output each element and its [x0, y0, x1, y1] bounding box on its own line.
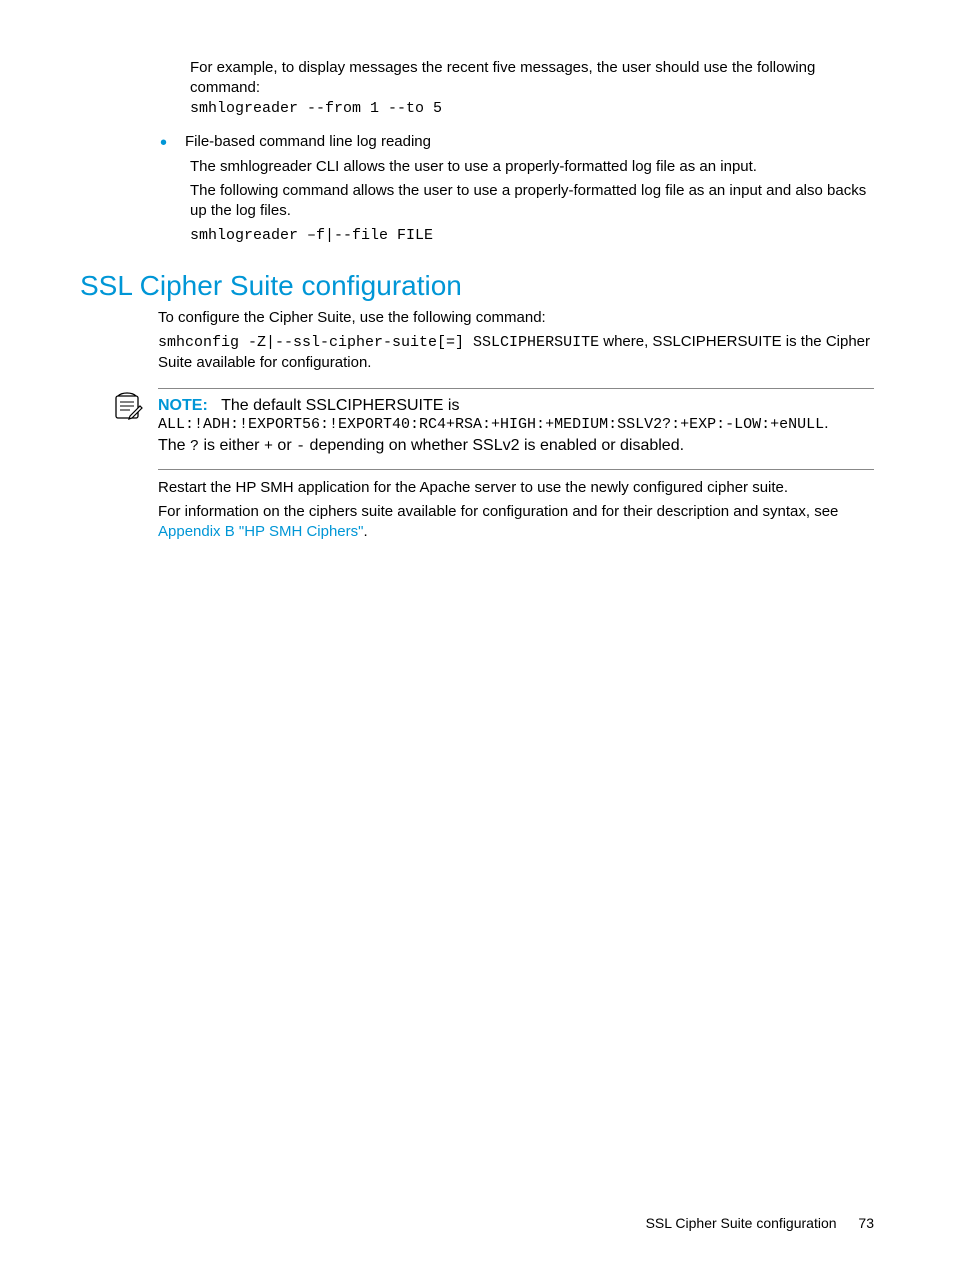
info-pre: For information on the ciphers suite ava… — [158, 503, 838, 520]
bullet-command: smhlogreader –f|--file FILE — [190, 226, 874, 246]
footer-page-number: 73 — [858, 1215, 874, 1231]
section-command: smhconfig -Z|--ssl-cipher-suite[=] SSLCI… — [158, 334, 599, 351]
note-tail-line: The ? is either + or - depending on whet… — [158, 437, 874, 455]
section-intro: To configure the Cipher Suite, use the f… — [158, 308, 874, 328]
divider-top — [158, 388, 874, 389]
info-paragraph: For information on the ciphers suite ava… — [158, 502, 874, 543]
bullet-label: File-based command line log reading — [185, 133, 431, 153]
footer-title: SSL Cipher Suite configuration — [646, 1215, 837, 1231]
bullet-icon: • — [160, 133, 167, 153]
bullet-paragraph-1: The smhlogreader CLI allows the user to … — [190, 157, 874, 177]
note-intro: The default SSLCIPHERSUITE is — [221, 397, 459, 414]
divider-bottom — [158, 469, 874, 470]
example-command: smhlogreader --from 1 --to 5 — [190, 99, 874, 119]
example-intro: For example, to display messages the rec… — [190, 58, 874, 99]
note-value-line: ALL:!ADH:!EXPORT56:!EXPORT40:RC4+RSA:+HI… — [158, 415, 874, 433]
note-label: NOTE: — [158, 397, 208, 414]
restart-paragraph: Restart the HP SMH application for the A… — [158, 478, 874, 498]
page-footer: SSL Cipher Suite configuration 73 — [646, 1215, 874, 1231]
info-post: . — [363, 523, 367, 540]
note-line-1: NOTE: The default SSLCIPHERSUITE is — [158, 397, 874, 415]
note-value: ALL:!ADH:!EXPORT56:!EXPORT40:RC4+RSA:+HI… — [158, 416, 824, 433]
appendix-link[interactable]: Appendix B "HP SMH Ciphers" — [158, 523, 363, 540]
section-heading: SSL Cipher Suite configuration — [80, 270, 874, 302]
note-icon — [112, 390, 144, 422]
section-command-line: smhconfig -Z|--ssl-cipher-suite[=] SSLCI… — [158, 332, 874, 374]
bullet-item: • File-based command line log reading — [160, 133, 874, 153]
bullet-paragraph-2: The following command allows the user to… — [190, 181, 874, 222]
